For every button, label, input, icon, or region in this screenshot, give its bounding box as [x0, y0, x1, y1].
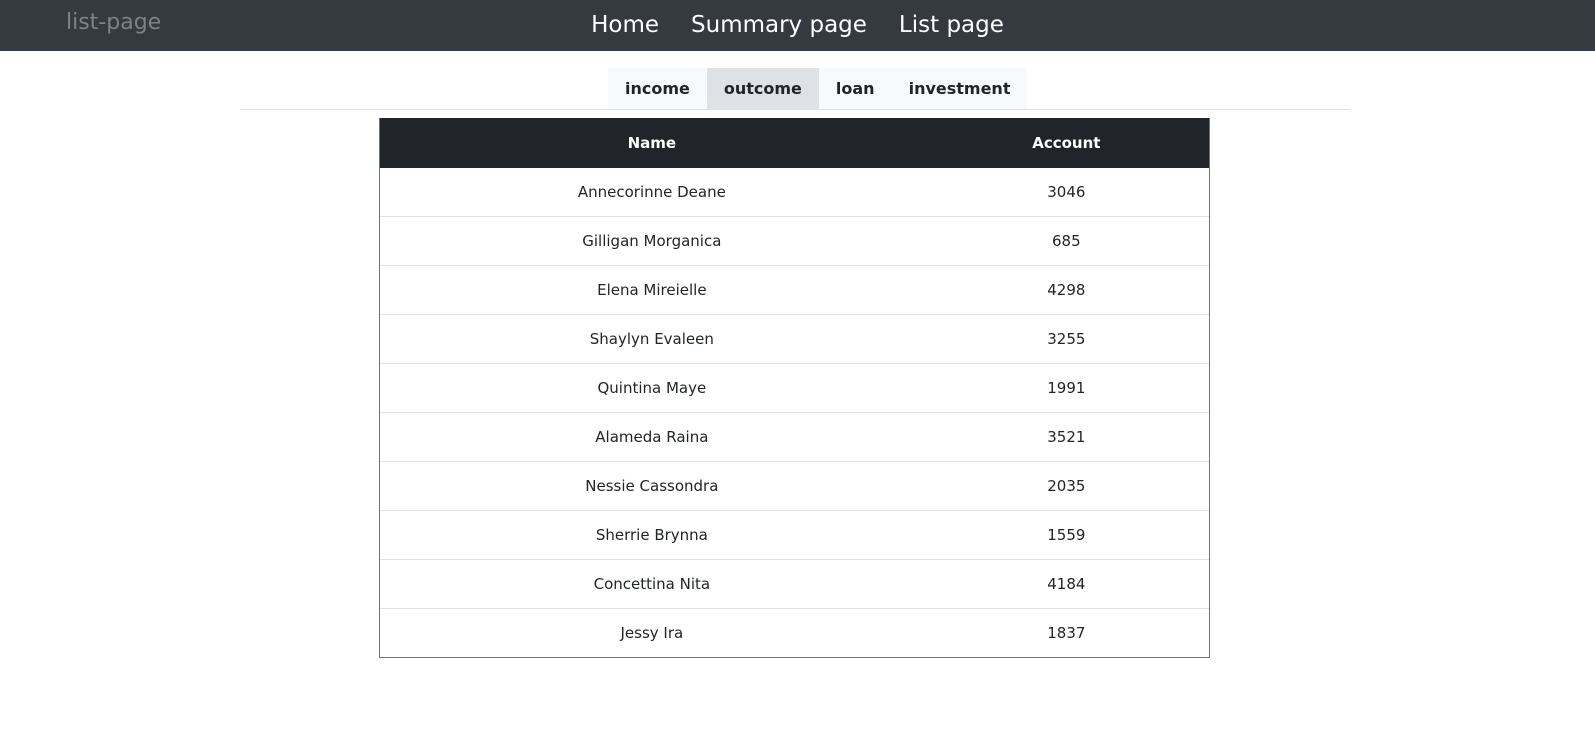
cell-account: 1837	[1047, 624, 1086, 642]
cell-name: Jessy Ira	[620, 624, 684, 642]
tab-bar: income outcome loan investment	[240, 68, 1350, 110]
cell-account: 3255	[1047, 330, 1086, 348]
table-row[interactable]: Elena Mireielle 4298	[380, 265, 1209, 314]
nav-links: Home Summary page List page	[0, 0, 1595, 51]
cell-account: 2035	[1047, 477, 1086, 495]
cell-name: Annecorinne Deane	[577, 183, 726, 201]
nav-link-summary-page[interactable]: Summary page	[675, 0, 883, 51]
cell-name: Sherrie Brynna	[595, 526, 708, 544]
cell-name: Nessie Cassondra	[585, 477, 719, 495]
table-row[interactable]: Nessie Cassondra 2035	[380, 461, 1209, 510]
tab-income[interactable]: income	[608, 68, 707, 109]
cell-account: 4298	[1047, 281, 1086, 299]
table-row[interactable]: Sherrie Brynna 1559	[380, 510, 1209, 559]
column-header-name[interactable]: Name	[380, 134, 924, 152]
table-body: Annecorinne Deane 3046 Gilligan Morganica 6…	[380, 168, 1209, 657]
tab-investment[interactable]: investment	[892, 68, 1028, 109]
table-row[interactable]: Quintina Maye 1991	[380, 363, 1209, 412]
cell-name: Elena Mireielle	[597, 281, 707, 299]
cell-account: 685	[1052, 232, 1081, 250]
cell-name: Quintina Maye	[597, 379, 707, 397]
cell-name: Concettina Nita	[593, 575, 711, 593]
column-header-account[interactable]: Account	[924, 134, 1209, 152]
table-row[interactable]: Gilligan Morganica 685	[380, 216, 1209, 265]
tab-list: income outcome loan investment	[608, 68, 1028, 109]
table-header: Name Account	[380, 118, 1209, 168]
table-row[interactable]: Jessy Ira 1837	[380, 608, 1209, 657]
table-row[interactable]: Alameda Raina 3521	[380, 412, 1209, 461]
nav-link-list-page[interactable]: List page	[883, 0, 1020, 51]
data-table: Name Account Annecorinne Deane 3046 Gillig…	[379, 118, 1210, 658]
cell-name: Shaylyn Evaleen	[589, 330, 714, 348]
cell-name: Alameda Raina	[595, 428, 709, 446]
top-navbar: list-page Home Summary page List page	[0, 0, 1595, 51]
nav-link-home[interactable]: Home	[575, 0, 675, 51]
cell-account: 1559	[1047, 526, 1086, 544]
cell-account: 4184	[1047, 575, 1086, 593]
table-row[interactable]: Shaylyn Evaleen 3255	[380, 314, 1209, 363]
table-row[interactable]: Annecorinne Deane 3046	[380, 168, 1209, 216]
cell-account: 3046	[1047, 183, 1086, 201]
table-row[interactable]: Concettina Nita 4184	[380, 559, 1209, 608]
cell-name: Gilligan Morganica	[582, 232, 722, 250]
cell-account: 3521	[1047, 428, 1086, 446]
tab-outcome[interactable]: outcome	[706, 68, 819, 109]
cell-account: 1991	[1047, 379, 1086, 397]
tab-loan[interactable]: loan	[819, 68, 892, 109]
